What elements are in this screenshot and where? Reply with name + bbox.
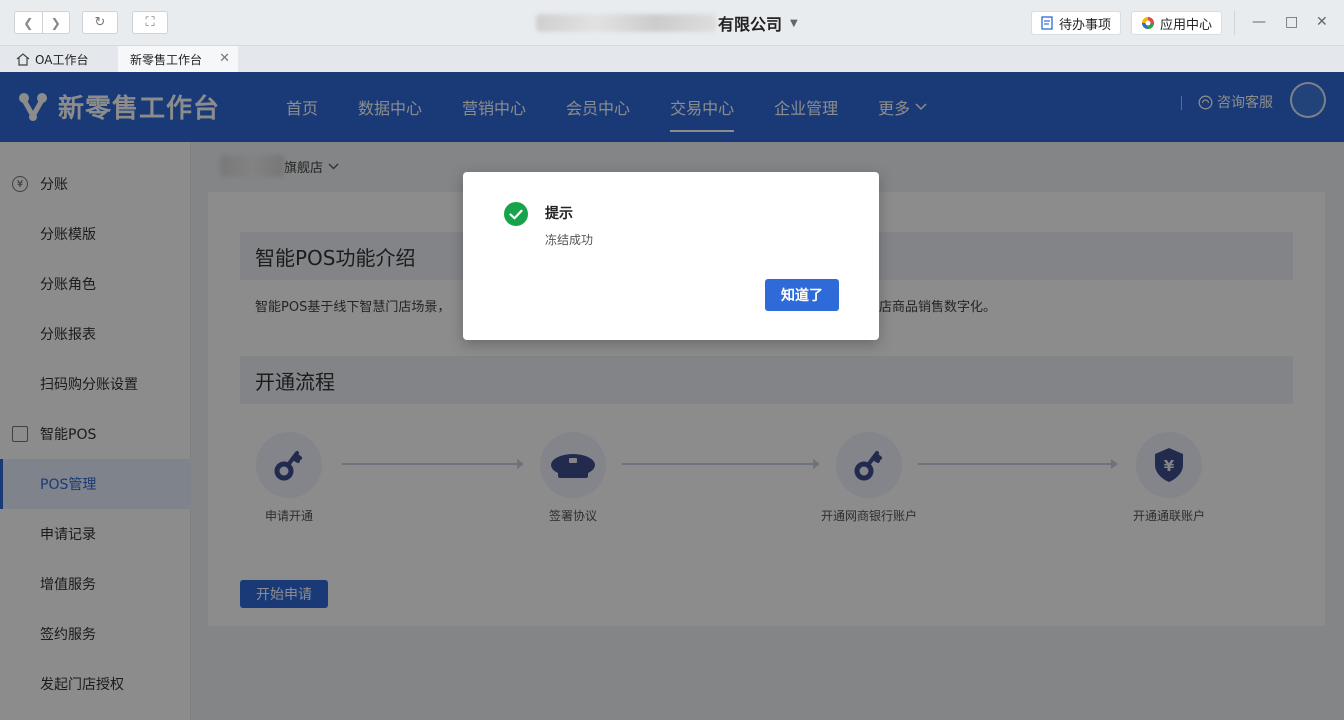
app-center-icon <box>1142 17 1154 29</box>
acknowledge-button[interactable]: 知道了 <box>765 279 839 311</box>
fullscreen-icon: ⛶ <box>145 15 155 30</box>
success-dialog: 提示 冻结成功 知道了 <box>463 172 879 340</box>
company-switcher[interactable]: 有限公司 ▼ <box>536 12 798 34</box>
refresh-icon: ↻ <box>94 15 106 30</box>
close-window-icon[interactable]: ✕ <box>1316 14 1328 30</box>
maximize-icon[interactable]: □ <box>1285 14 1298 30</box>
titlebar-divider <box>1234 11 1235 35</box>
home-icon <box>16 52 30 66</box>
tab-label: OA工作台 <box>35 52 89 67</box>
app-center-label: 应用中心 <box>1160 17 1213 33</box>
todo-doc-icon <box>1041 16 1053 30</box>
dialog-message: 冻结成功 <box>545 233 594 247</box>
modal-overlay[interactable] <box>0 72 1344 720</box>
tab-oa[interactable]: OA工作台 <box>0 46 118 72</box>
dialog-title: 提示 <box>545 206 573 222</box>
tab-new-retail[interactable]: 新零售工作台 ✕ <box>118 46 238 72</box>
window-titlebar: ❮ ❯ ↻ ⛶ 有限公司 ▼ 待办事项 应用中心 — □ ✕ <box>0 0 1344 46</box>
caret-down-icon: ▼ <box>790 17 798 29</box>
app-center-button[interactable]: 应用中心 <box>1131 11 1223 35</box>
tab-label: 新零售工作台 <box>130 52 203 67</box>
minimize-icon[interactable]: — <box>1252 14 1266 30</box>
close-tab-icon[interactable]: ✕ <box>219 51 230 66</box>
history-nav: ❮ ❯ <box>14 11 70 34</box>
redacted-company-name <box>536 14 716 32</box>
fullscreen-button[interactable]: ⛶ <box>132 11 168 34</box>
tab-bar: OA工作台 新零售工作台 ✕ <box>0 46 1344 72</box>
company-name: 有限公司 <box>718 15 783 34</box>
forward-icon[interactable]: ❯ <box>43 12 70 33</box>
refresh-button[interactable]: ↻ <box>82 11 118 34</box>
todo-label: 待办事项 <box>1059 17 1112 33</box>
todo-button[interactable]: 待办事项 <box>1031 11 1122 35</box>
success-check-icon <box>504 202 528 226</box>
back-icon[interactable]: ❮ <box>15 12 43 33</box>
